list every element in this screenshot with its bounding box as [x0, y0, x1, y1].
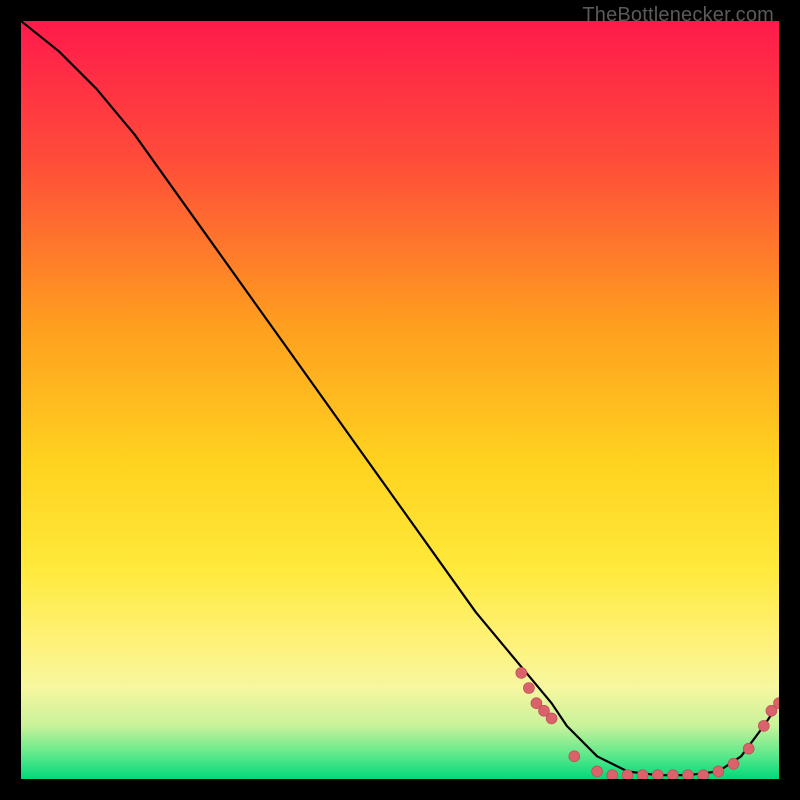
chart-frame [21, 21, 779, 779]
data-marker [592, 766, 603, 777]
data-marker [667, 770, 678, 779]
plot-area [21, 21, 779, 779]
data-marker [637, 770, 648, 779]
data-marker [569, 751, 580, 762]
data-marker [758, 720, 769, 731]
data-marker [683, 770, 694, 779]
data-marker [698, 770, 709, 779]
data-marker [743, 743, 754, 754]
watermark-text: TheBottlenecker.com [582, 4, 774, 27]
chart-svg [21, 21, 779, 779]
data-marker [652, 770, 663, 779]
data-marker [713, 766, 724, 777]
data-marker [523, 683, 534, 694]
data-marker [516, 667, 527, 678]
data-marker [728, 758, 739, 769]
data-marker [622, 770, 633, 779]
data-marker [546, 713, 557, 724]
data-marker [607, 770, 618, 779]
